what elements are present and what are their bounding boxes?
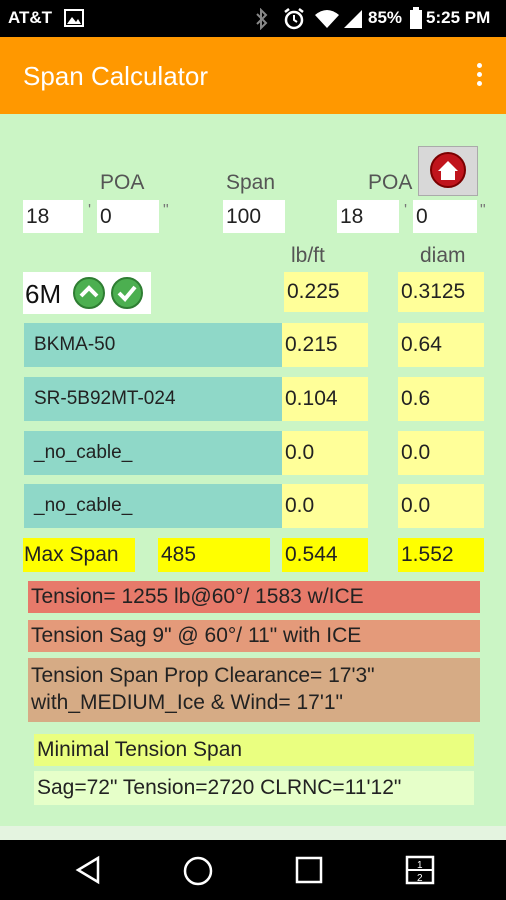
- cell-signal-icon: [344, 10, 362, 28]
- cable-1-diam: 0.64: [398, 323, 484, 367]
- cable-3-diam: 0.0: [398, 431, 484, 475]
- max-span-lbft: 0.544: [282, 538, 368, 572]
- clearance-line-1: Tension Span Prop Clearance= 17'3": [31, 664, 375, 687]
- recent-apps-icon[interactable]: [294, 855, 324, 885]
- tension-result: Tension= 1255 lb@60°/ 1583 w/ICE: [28, 581, 480, 613]
- check-icon[interactable]: [110, 276, 144, 310]
- minimal-span-title: Minimal Tension Span: [34, 734, 474, 766]
- cable-4-diam: 0.0: [398, 484, 484, 528]
- app-bar: Span Calculator: [0, 37, 506, 114]
- app-title: Span Calculator: [23, 61, 208, 91]
- max-span-diam: 1.552: [398, 538, 484, 572]
- max-span-label: Max Span: [23, 538, 135, 572]
- home-button[interactable]: [418, 146, 478, 196]
- battery-percent: 85%: [368, 8, 403, 27]
- chevron-up-icon[interactable]: [72, 276, 106, 310]
- gallery-notification-icon: [64, 9, 84, 27]
- poa-right-label: POA: [368, 171, 413, 194]
- lbft-header: lb/ft: [291, 244, 325, 267]
- span-input[interactable]: 100: [223, 200, 285, 233]
- strand-name: 6M: [25, 279, 62, 309]
- clock: 5:25 PM: [426, 8, 491, 27]
- overflow-menu-icon[interactable]: [476, 63, 484, 89]
- cable-1-lbft: 0.215: [282, 323, 368, 367]
- bluetooth-icon: [256, 8, 268, 30]
- carrier-label: AT&T: [8, 8, 53, 27]
- poa-left-label: POA: [100, 171, 145, 194]
- cable-2-diam: 0.6: [398, 377, 484, 421]
- right-poa-inches-input[interactable]: 0: [413, 200, 477, 233]
- feet-mark: ': [404, 202, 408, 219]
- left-poa-inches-input[interactable]: 0: [97, 200, 159, 233]
- navigation-bar: 1 2: [0, 840, 506, 900]
- cable-3-lbft: 0.0: [282, 431, 368, 475]
- home-icon: [430, 152, 466, 188]
- span-label: Span: [226, 171, 276, 194]
- battery-icon: [410, 7, 422, 29]
- inch-mark: ": [163, 202, 169, 219]
- inch-mark: ": [480, 202, 486, 219]
- sag-result: Tension Sag 9" @ 60°/ 11" with ICE: [28, 620, 480, 652]
- content-bottom-divider: [0, 826, 506, 840]
- cable-2-lbft: 0.104: [282, 377, 368, 421]
- cable-selector-3[interactable]: _no_cable_: [24, 431, 282, 475]
- cable-selector-1[interactable]: BKMA-50: [24, 323, 282, 367]
- right-poa-feet-input[interactable]: 18: [337, 200, 399, 233]
- status-bar: AT&T 85% 5:25 PM: [0, 0, 506, 37]
- minimal-span-detail: Sag=72" Tension=2720 CLRNC=11'12": [34, 771, 474, 805]
- strand-lbft: 0.225: [284, 272, 368, 312]
- cable-selector-2[interactable]: SR-5B92MT-024: [24, 377, 282, 421]
- svg-text:1: 1: [417, 860, 423, 871]
- cable-4-lbft: 0.0: [282, 484, 368, 528]
- cable-selector-4[interactable]: _no_cable_: [24, 484, 282, 528]
- alarm-icon: [284, 8, 304, 30]
- left-poa-feet-input[interactable]: 18: [23, 200, 83, 233]
- svg-text:2: 2: [417, 873, 423, 884]
- calculator-panel: POA Span POA 18 ' 0 " 100 18 ' 0 " lb/ft…: [0, 114, 506, 826]
- back-icon[interactable]: [73, 855, 103, 885]
- max-span-value: 485: [158, 538, 270, 572]
- strand-diam: 0.3125: [398, 272, 484, 312]
- wifi-icon: [315, 10, 339, 28]
- clearance-line-2: with_MEDIUM_Ice & Wind= 17'1": [31, 691, 343, 714]
- feet-mark: ': [88, 202, 92, 219]
- home-nav-icon[interactable]: [182, 855, 214, 887]
- strand-selector[interactable]: 6M: [23, 272, 151, 314]
- diam-header: diam: [420, 244, 466, 267]
- split-screen-icon[interactable]: 1 2: [404, 854, 436, 886]
- clearance-result: Tension Span Prop Clearance= 17'3" with_…: [28, 658, 480, 722]
